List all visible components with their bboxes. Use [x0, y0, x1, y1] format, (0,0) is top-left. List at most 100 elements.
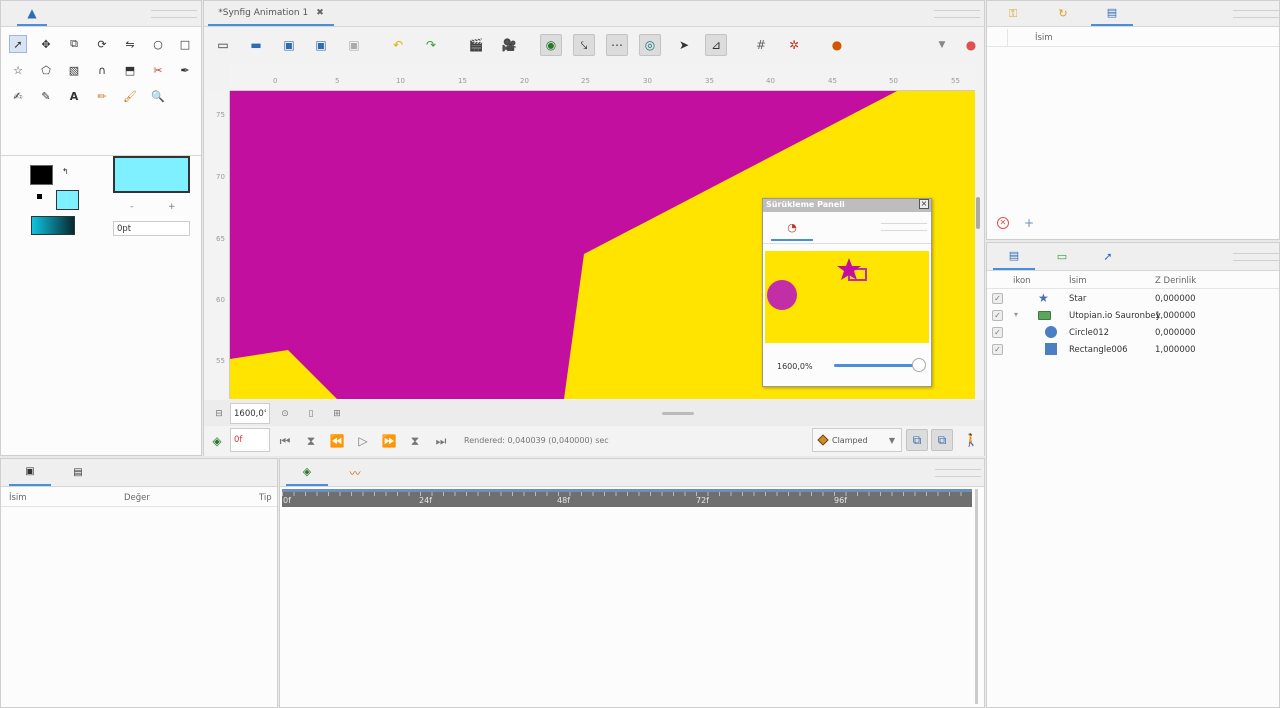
- layer-row[interactable]: ✓ Circle012 0,000000: [987, 324, 1279, 341]
- zoom-tool-icon[interactable]: 🔍: [149, 87, 167, 105]
- animation-mode-icon[interactable]: ◈: [206, 430, 228, 452]
- preview-icon[interactable]: 🎥: [498, 34, 520, 56]
- sketch-tool-icon[interactable]: ✍: [9, 87, 27, 105]
- scale-tool-icon[interactable]: ⧉: [65, 35, 83, 53]
- panel-grip-icon[interactable]: [1233, 4, 1279, 24]
- navigator-zoom-slider[interactable]: [834, 364, 920, 367]
- zoom-in-icon[interactable]: ⊞: [326, 403, 348, 425]
- panel-grip-icon[interactable]: [934, 4, 980, 24]
- guides-icon[interactable]: ✲: [783, 34, 805, 56]
- outline-color-swatch[interactable]: [30, 165, 53, 185]
- save-icon[interactable]: ▣: [278, 34, 300, 56]
- tab-timetrack[interactable]: ◈: [286, 459, 328, 486]
- tab-history[interactable]: ↻: [1041, 1, 1085, 26]
- fill-color-preview[interactable]: [113, 156, 190, 193]
- interpolation-select[interactable]: Clamped ▼: [812, 428, 902, 452]
- transform-tool-icon[interactable]: ➚: [9, 35, 27, 53]
- draw-tool-icon[interactable]: ✒: [176, 61, 194, 79]
- fill-tool-icon[interactable]: ⬒: [121, 61, 139, 79]
- time-ruler[interactable]: 0f 24f 48f 72f 96f: [282, 489, 972, 507]
- swap-colors-icon[interactable]: ↰: [62, 167, 69, 176]
- width-decrease-label[interactable]: -: [130, 202, 133, 212]
- spline-tool-icon[interactable]: ∩: [93, 61, 111, 79]
- grid-icon[interactable]: #: [750, 34, 772, 56]
- zoom-out-icon[interactable]: ⊟: [208, 403, 230, 425]
- tab-curves[interactable]: 〰: [334, 459, 376, 486]
- open-file-icon[interactable]: ▬: [245, 34, 267, 56]
- panel-grip-icon[interactable]: [881, 217, 927, 237]
- save-as-icon[interactable]: ▣: [310, 34, 332, 56]
- tab-sets[interactable]: ▭: [1041, 243, 1083, 270]
- brush-tool-icon[interactable]: 🖌: [121, 87, 139, 105]
- library-col-name[interactable]: İsim: [1035, 33, 1053, 43]
- layer-visibility-checkbox[interactable]: ✓: [992, 344, 1003, 355]
- onion-skin-icon[interactable]: ⤥: [573, 34, 595, 56]
- horizontal-scroll-handle[interactable]: [662, 412, 694, 415]
- tab-canvas-browser[interactable]: ⚿: [991, 1, 1035, 26]
- params-col-name[interactable]: İsim: [9, 493, 27, 503]
- text-tool-icon[interactable]: A: [65, 87, 83, 105]
- seek-end-icon[interactable]: ⏭: [430, 430, 452, 452]
- play-icon[interactable]: ▷: [352, 430, 374, 452]
- tab-keyframes[interactable]: ▤: [57, 459, 99, 486]
- zoom-100-icon[interactable]: ▯: [300, 403, 322, 425]
- tab-document[interactable]: *Synfig Animation 1 ✖: [208, 1, 334, 26]
- fill-color-swatch[interactable]: [56, 190, 79, 210]
- layer-visibility-checkbox[interactable]: ✓: [992, 310, 1003, 321]
- layer-row[interactable]: ✓ ★ Star 0,000000: [987, 290, 1279, 307]
- tab-metadata[interactable]: ➚: [1087, 243, 1129, 270]
- current-frame-input[interactable]: [230, 428, 270, 452]
- layer-visibility-checkbox[interactable]: ✓: [992, 293, 1003, 304]
- seek-next-frame-icon[interactable]: ⏩: [378, 430, 400, 452]
- tab-params[interactable]: ▣: [9, 459, 51, 486]
- layer-visibility-checkbox[interactable]: ✓: [992, 327, 1003, 338]
- tab-library[interactable]: ▤: [1091, 1, 1133, 26]
- seek-prev-frame-icon[interactable]: ⏪: [326, 430, 348, 452]
- rectangle-tool-icon[interactable]: □: [176, 35, 194, 53]
- reset-colors-icon[interactable]: [37, 194, 42, 199]
- params-col-type[interactable]: Tip: [259, 493, 272, 503]
- zoom-input[interactable]: [230, 403, 270, 424]
- navigator-preview[interactable]: [765, 251, 929, 343]
- animation-mode-figure-icon[interactable]: 🚶: [960, 429, 982, 451]
- seek-prev-keyframe-icon[interactable]: ⧗: [300, 430, 322, 452]
- zoom-fit-icon[interactable]: ⊙: [274, 403, 296, 425]
- close-tab-icon[interactable]: ✖: [316, 8, 324, 18]
- mirror-tool-icon[interactable]: ⇋: [121, 35, 139, 53]
- width-tool-icon[interactable]: ✏: [93, 87, 111, 105]
- undo-icon[interactable]: ↶: [387, 34, 409, 56]
- show-handles-icon[interactable]: ◉: [540, 34, 562, 56]
- width-handles-icon[interactable]: ⊿: [705, 34, 727, 56]
- toolbar-menu-chevron-icon[interactable]: ▼: [931, 34, 953, 56]
- tab-navigator[interactable]: ◔: [771, 215, 813, 241]
- past-keyframes-lock-icon[interactable]: ⧉: [906, 429, 928, 451]
- radius-handles-icon[interactable]: ◎: [639, 34, 661, 56]
- panel-grip-icon[interactable]: [151, 4, 197, 24]
- add-icon[interactable]: +: [1024, 216, 1034, 230]
- delete-icon[interactable]: ✕: [997, 217, 1009, 229]
- rotate-tool-icon[interactable]: ⟳: [93, 35, 111, 53]
- record-icon[interactable]: ●: [960, 34, 982, 56]
- layers-col-z[interactable]: Z Derinlik: [1155, 276, 1196, 286]
- onion-skin-toggle-icon[interactable]: ●: [826, 34, 848, 56]
- polygon-tool-icon[interactable]: ⬠: [37, 61, 55, 79]
- future-keyframes-lock-icon[interactable]: ⧉: [931, 429, 953, 451]
- tangent-handles-icon[interactable]: ⋯: [606, 34, 628, 56]
- canvas-scrollbar-vertical[interactable]: [976, 197, 980, 229]
- panel-grip-icon[interactable]: [935, 463, 981, 483]
- circle-tool-icon[interactable]: ○: [149, 35, 167, 53]
- panel-grip-icon[interactable]: [1233, 247, 1279, 267]
- navigator-titlebar[interactable]: Sürükleme Paneli ×: [763, 199, 931, 212]
- smooth-move-tool-icon[interactable]: ✥: [37, 35, 55, 53]
- timetrack-scrollbar[interactable]: [975, 489, 978, 704]
- width-increase-label[interactable]: +: [168, 202, 176, 212]
- gradient-swatch[interactable]: [31, 216, 75, 235]
- close-icon[interactable]: ×: [919, 199, 929, 209]
- cutout-tool-icon[interactable]: ✂: [149, 61, 167, 79]
- redo-icon[interactable]: ↷: [420, 34, 442, 56]
- brush-width-input[interactable]: [113, 221, 190, 236]
- eyedrop-tool-icon[interactable]: ✎: [37, 87, 55, 105]
- params-col-value[interactable]: Değer: [124, 493, 150, 503]
- gradient-tool-icon[interactable]: ▧: [65, 61, 83, 79]
- tab-toolbox[interactable]: ▲: [17, 1, 47, 26]
